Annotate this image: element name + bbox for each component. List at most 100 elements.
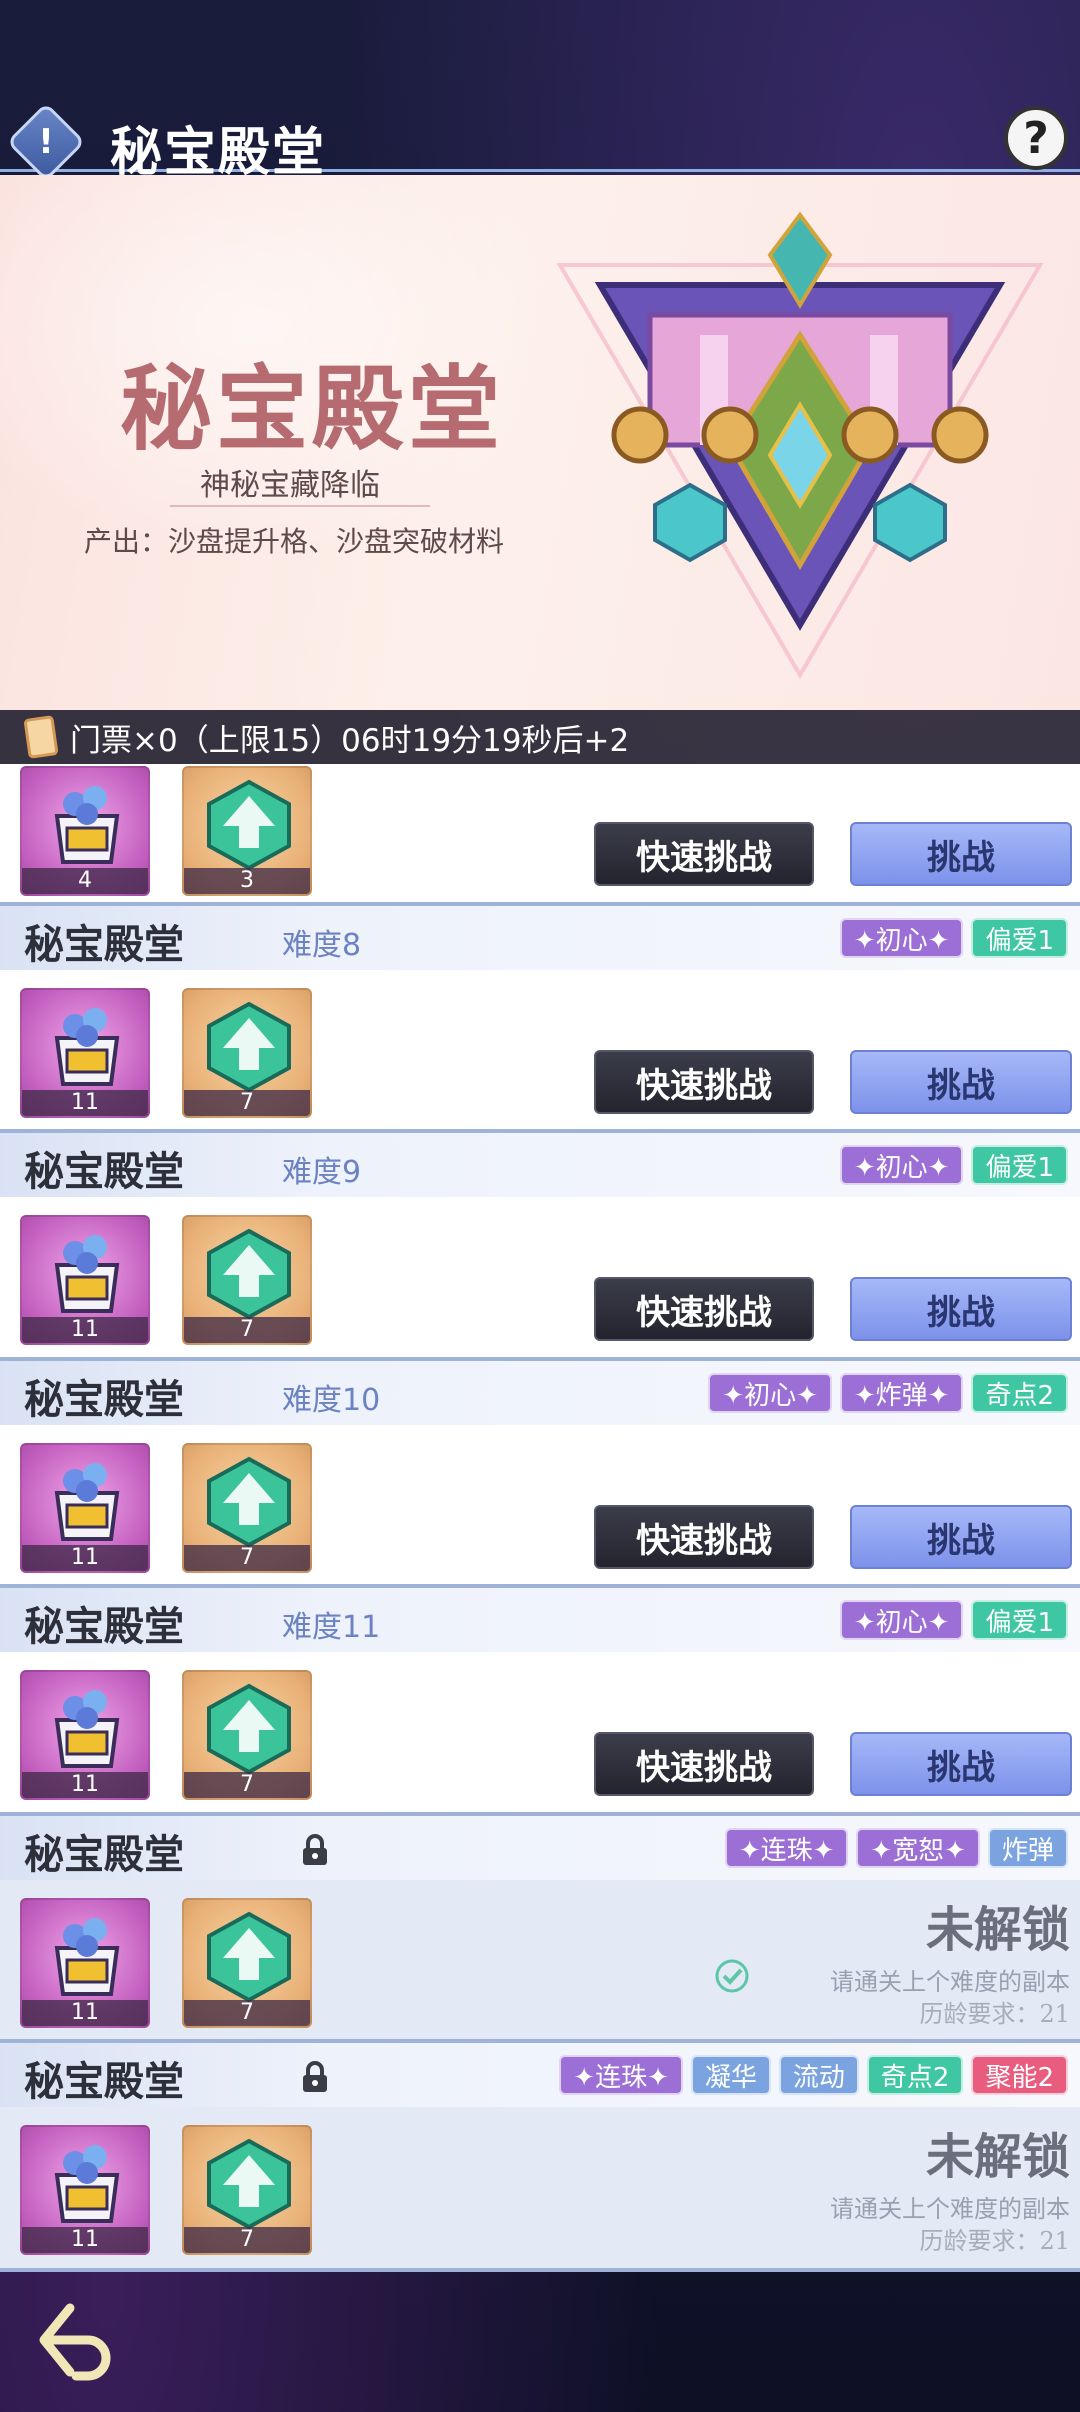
reward-item[interactable]: 3 [182,766,312,896]
difficulty-card-locked: 秘宝殿堂 ✦连珠✦ ✦宽恕✦ 炸弹 未解锁 请通关上个难度的副本 历龄要求：21… [0,1816,1080,2043]
treasure-box-icon [54,1918,120,1996]
locked-label: 未解锁 [925,1902,1070,1958]
treasure-box-icon [54,1463,120,1541]
modifier-tag[interactable]: 奇点2 [971,1373,1068,1413]
reward-item[interactable]: 11 [20,1215,150,1345]
reward-item[interactable]: 4 [20,766,150,896]
unlock-requirement: 历龄要求：21 [919,2227,1070,2255]
modifier-tag[interactable]: ✦初心✦ [708,1373,832,1413]
item-count: 7 [184,1545,310,1571]
modifier-tags: ✦初心✦ 偏爱1 [839,1145,1068,1185]
upgrade-gem-icon [207,779,291,870]
difficulty-label: 难度10 [282,1383,381,1418]
modifier-tag[interactable]: ✦宽恕✦ [856,1828,980,1868]
upgrade-gem-icon [207,1456,291,1547]
card-title: 秘宝殿堂 [24,1831,184,1878]
header-bar: ! 秘宝殿堂 ? [0,100,1080,183]
quick-challenge-button[interactable]: 快速挑战 [594,1277,814,1341]
upgrade-gem-icon [207,1911,291,2002]
modifier-tag[interactable]: 偏爱1 [971,1145,1068,1185]
reward-item[interactable]: 7 [182,2125,312,2255]
ticket-bar: 门票×0（上限15）06时19分19秒后+2 [0,710,1080,764]
reward-item[interactable]: 11 [20,2125,150,2255]
item-count: 7 [184,2000,310,2026]
unlock-hint: 请通关上个难度的副本 [830,2195,1070,2223]
modifier-tag[interactable]: 凝华 [690,2055,771,2095]
quick-challenge-button[interactable]: 快速挑战 [594,1732,814,1796]
modifier-tags: ✦初心✦ ✦炸弹✦ 奇点2 [708,1373,1068,1413]
modifier-tag[interactable]: 奇点2 [866,2055,964,2095]
modifier-tag[interactable]: ✦连珠✦ [559,2055,683,2095]
challenge-button[interactable]: 挑战 [850,1050,1072,1114]
modifier-tag[interactable]: 流动 [778,2055,859,2095]
modifier-tags: ✦连珠✦ ✦宽恕✦ 炸弹 [724,1828,1068,1868]
lock-icon [303,2061,327,2092]
check-circle-icon [715,1959,749,1993]
treasure-box-icon [54,1690,120,1768]
difficulty-card: 秘宝殿堂 难度11 ✦初心✦ 偏爱1 11 7 快速挑战 挑战 [0,1588,1080,1816]
modifier-tag[interactable]: 偏爱1 [971,1600,1068,1640]
difficulty-label: 难度11 [282,1610,381,1645]
page-title: 秘宝殿堂 [110,122,327,183]
modifier-tag[interactable]: 聚能2 [971,2055,1068,2095]
difficulty-card: 4 3 快速挑战 挑战 [0,764,1080,906]
unlock-requirement: 历龄要求：21 [919,2000,1070,2028]
difficulty-card-locked: 秘宝殿堂 ✦连珠✦ 凝华 流动 奇点2 聚能2 未解锁 请通关上个难度的副本 历… [0,2043,1080,2272]
reward-item[interactable]: 7 [182,1670,312,1800]
modifier-tag[interactable]: ✦初心✦ [839,1600,964,1640]
item-count: 7 [184,2227,310,2253]
back-arrow-icon[interactable] [30,2296,120,2386]
challenge-button[interactable]: 挑战 [850,1732,1072,1796]
reward-item[interactable]: 7 [182,1215,312,1345]
reward-item[interactable]: 11 [20,1898,150,2028]
modifier-tag[interactable]: ✦炸弹✦ [839,1373,964,1413]
reward-item[interactable]: 11 [20,1670,150,1800]
challenge-button[interactable]: 挑战 [850,1505,1072,1569]
banner-title: 秘宝殿堂 [120,355,505,463]
modifier-tags: ✦初心✦ 偏爱1 [839,1600,1068,1640]
item-count: 11 [22,2000,148,2026]
challenge-button[interactable]: 挑战 [850,822,1072,886]
reward-item[interactable]: 7 [182,1898,312,2028]
modifier-tags: ✦初心✦ 偏爱1 [839,918,1068,958]
ticket-icon [23,715,59,759]
info-button[interactable]: ! [6,102,86,182]
modifier-tag[interactable]: 偏爱1 [971,918,1068,958]
modifier-tag[interactable]: ✦连珠✦ [724,1828,849,1868]
item-count: 7 [184,1090,310,1116]
upgrade-gem-icon [207,1683,291,1774]
treasure-box-icon [54,1008,120,1086]
upgrade-gem-icon [207,2138,291,2229]
item-count: 4 [22,868,148,894]
event-banner: 秘宝殿堂 神秘宝藏降临 产出：沙盘提升格、沙盘突破材料 [0,175,1080,710]
reward-item[interactable]: 7 [182,1443,312,1573]
quick-challenge-button[interactable]: 快速挑战 [594,822,814,886]
help-button[interactable]: ? [1004,106,1068,170]
upgrade-gem-icon [207,1228,291,1319]
reward-item[interactable]: 11 [20,988,150,1118]
modifier-tag[interactable]: ✦初心✦ [839,1145,964,1185]
treasure-box-icon [54,2145,120,2223]
card-title: 秘宝殿堂 [24,1376,184,1423]
item-count: 11 [22,2227,148,2253]
item-count: 11 [22,1090,148,1116]
difficulty-card: 秘宝殿堂 难度9 ✦初心✦ 偏爱1 11 7 快速挑战 挑战 [0,1133,1080,1361]
modifier-tag[interactable]: ✦初心✦ [839,918,964,958]
modifier-tag[interactable]: 炸弹 [987,1828,1068,1868]
item-count: 7 [184,1317,310,1343]
locked-label: 未解锁 [925,2129,1070,2185]
ticket-text: 门票×0（上限15）06时19分19秒后+2 [70,722,630,759]
difficulty-card: 秘宝殿堂 难度8 ✦初心✦ 偏爱1 11 7 快速挑战 挑战 [0,906,1080,1133]
item-count: 3 [184,868,310,894]
quick-challenge-button[interactable]: 快速挑战 [594,1505,814,1569]
banner-subtitle: 神秘宝藏降临 [200,468,380,503]
treasure-box-icon [54,786,120,864]
difficulty-list[interactable]: 4 3 快速挑战 挑战 秘宝殿堂 难度8 ✦初心✦ 偏爱1 11 7 快速挑战 … [0,764,1080,2272]
card-title: 秘宝殿堂 [24,1603,184,1650]
reward-item[interactable]: 7 [182,988,312,1118]
banner-output: 产出：沙盘提升格、沙盘突破材料 [84,525,505,558]
temple-emblem-icon [556,211,1044,679]
quick-challenge-button[interactable]: 快速挑战 [594,1050,814,1114]
challenge-button[interactable]: 挑战 [850,1277,1072,1341]
reward-item[interactable]: 11 [20,1443,150,1573]
